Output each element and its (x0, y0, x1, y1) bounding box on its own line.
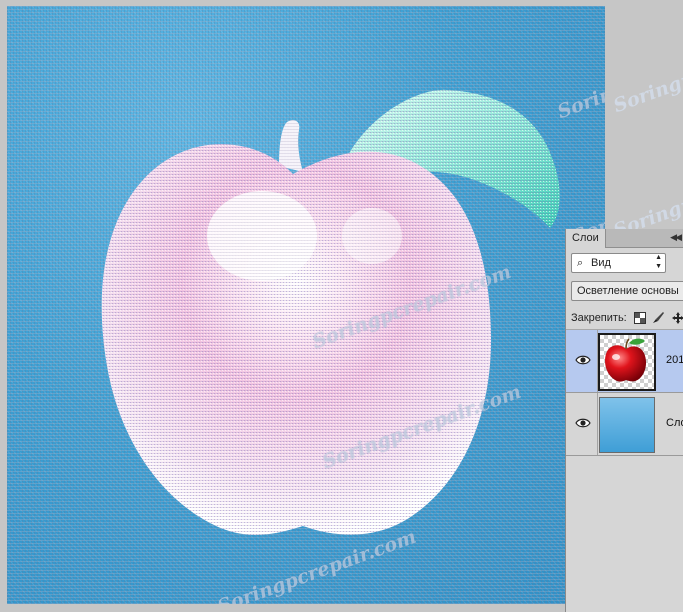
layer-row[interactable]: 2013 (566, 330, 683, 393)
visibility-toggle[interactable] (566, 330, 598, 392)
lock-image-pixels-icon[interactable] (652, 312, 664, 324)
layer-thumbnail (598, 333, 656, 391)
layer-row[interactable]: Слой 1 (566, 393, 683, 456)
eye-icon (575, 418, 591, 428)
stem-shape (279, 120, 303, 172)
layer-filter-label: Вид (591, 257, 611, 269)
visibility-toggle[interactable] (566, 393, 598, 455)
layer-thumbnail (599, 397, 655, 453)
search-icon: ⌕ (577, 257, 584, 269)
panel-tab-bar: Слои ◀◀ (566, 229, 683, 248)
lock-position-icon[interactable] (672, 312, 683, 324)
lock-label: Закрепить: (571, 312, 627, 324)
lock-transparent-pixels-icon[interactable] (634, 312, 646, 324)
updown-arrows-icon: ▲ ▼ (655, 254, 662, 270)
apple-artwork (101, 89, 560, 535)
layer-name[interactable]: 2013 (666, 354, 683, 366)
lock-row: Закрепить: (566, 307, 683, 330)
double-chevron-icon[interactable]: ◀◀ (670, 232, 682, 243)
document-canvas[interactable]: Soringpcrepair.com Soringpcrepair.com So… (7, 6, 605, 604)
eye-icon (575, 355, 591, 365)
watermark-text: Soringpcrepair.com (610, 24, 683, 118)
blend-mode-value: Осветление основы (577, 285, 679, 297)
blend-mode-select[interactable]: Осветление основы (571, 281, 683, 301)
tab-layers[interactable]: Слои (566, 229, 606, 248)
layers-panel: Слои ◀◀ ⌕ Вид ▲ ▼ Осветление основы Закре… (565, 229, 683, 612)
layer-filter-select[interactable]: ⌕ Вид ▲ ▼ (571, 253, 666, 273)
layer-name[interactable]: Слой 1 (666, 417, 683, 429)
